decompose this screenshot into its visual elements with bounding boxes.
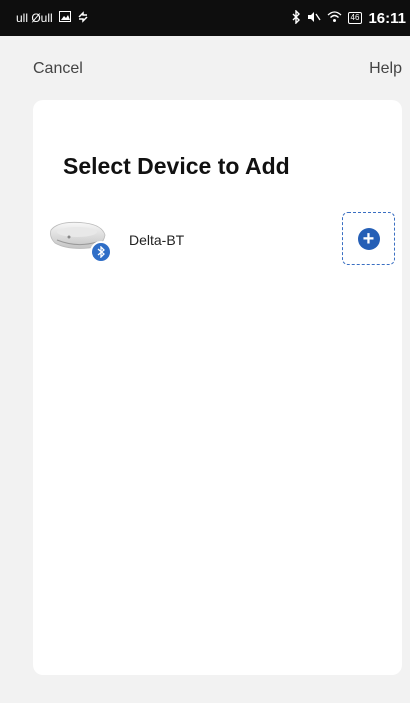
- cancel-button[interactable]: Cancel: [33, 60, 83, 78]
- bluetooth-icon: [90, 241, 112, 263]
- battery-icon: 46: [347, 12, 363, 24]
- image-icon: [58, 11, 71, 25]
- device-card: Select Device to Add Delta-BT +: [33, 100, 402, 675]
- clock: 16:11: [368, 9, 406, 27]
- add-circle-icon: +: [357, 227, 380, 250]
- help-button[interactable]: Help: [369, 60, 402, 78]
- add-device-button[interactable]: +: [342, 212, 395, 265]
- nav-bar: Cancel Help: [0, 36, 410, 100]
- sync-icon: [77, 10, 89, 26]
- device-row[interactable]: Delta-BT +: [47, 210, 399, 274]
- device-name: Delta-BT: [129, 232, 185, 248]
- signal-text: ull Øull: [16, 11, 53, 25]
- status-left: ull Øull: [16, 10, 89, 26]
- mute-icon: [307, 11, 321, 26]
- bluetooth-status-icon: [291, 8, 301, 27]
- device-image: [47, 215, 117, 270]
- wifi-icon: [327, 10, 342, 26]
- status-right: 46 16:11: [291, 8, 406, 27]
- page-title: Select Device to Add: [63, 153, 290, 179]
- status-bar: ull Øull 46 16:11: [0, 0, 410, 36]
